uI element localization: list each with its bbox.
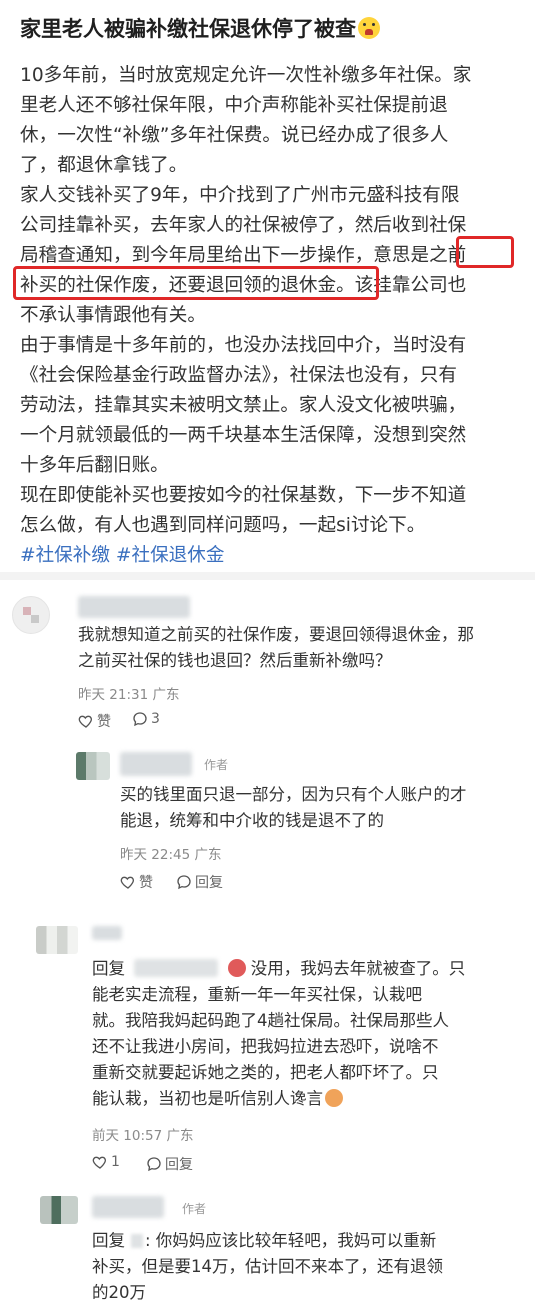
- post-line: 家人交钱补买了9年，中介找到了广州市元盛科技有限: [20, 185, 460, 206]
- comment-line: 买的钱里面只退一部分，因为只有个人账户的才: [120, 785, 467, 804]
- heart-icon: [78, 715, 92, 728]
- comment-line: 之前买社保的钱也退回？然后重新补缴吗？: [78, 651, 392, 670]
- comment-line: 还不让我进小房间，把我妈拉进去恐吓，说啥不: [92, 1037, 439, 1056]
- post-line: 《社会保险基金行政监督办法》，社保法也没有，只有: [20, 365, 457, 386]
- comment-line: 补买，但是要14万，估计回不来本了，还有退领: [92, 1257, 443, 1276]
- like-label: 赞: [97, 714, 111, 730]
- comment-bubble-icon: [177, 875, 191, 890]
- comment-line: 回复: 你妈妈应该比较年轻吧，我妈可以重新: [92, 1231, 437, 1250]
- post-line: 一个月就领最低的一两千块基本生活保障，没想到突然: [20, 425, 467, 446]
- comment-line: 我就想知道之前买的社保作废，要退回领得退休金，那: [78, 625, 474, 644]
- comment-line: 能退，统筹和中介收的钱是退不了的: [120, 811, 384, 830]
- heart-icon: [92, 1156, 106, 1169]
- post-line: 劳动法，挂靠其实未被明文禁止。家人没文化被哄骗，: [20, 395, 467, 416]
- reply-label: 回复: [195, 875, 223, 891]
- highlight-box: [456, 236, 514, 268]
- like-button[interactable]: 1: [92, 1154, 120, 1170]
- post-line: 休，一次性“补缴”多年社保费。说已经办成了很多人: [20, 125, 449, 146]
- comment-line: 的20万: [92, 1283, 146, 1302]
- highlight-box: [13, 266, 379, 300]
- avatar[interactable]: [12, 596, 50, 634]
- post-title: 家里老人被骗补缴社保退休停了被查: [20, 14, 520, 44]
- reply-button[interactable]: 回复: [176, 872, 223, 892]
- like-label: 赞: [139, 875, 153, 891]
- reply-button[interactable]: 回复: [146, 1154, 193, 1174]
- comment-line: 重新交就要起诉她之类的，把老人都吓坏了。只: [92, 1063, 439, 1082]
- post-line: 怎么做，有人也遇到同样问题吗，一起si讨论下。: [20, 515, 426, 536]
- avatar[interactable]: [76, 752, 110, 780]
- comment-meta: 前天 10:57 广东: [92, 1128, 194, 1144]
- post-line: 公司挂靠补买，去年家人的社保被停了，然后收到社保: [20, 215, 467, 236]
- avatar[interactable]: [40, 1196, 78, 1224]
- dizzy-face-emoji-icon: [325, 1089, 343, 1107]
- username-blurred[interactable]: [78, 596, 190, 618]
- heart-icon: [120, 876, 134, 889]
- post-line: 不承认事情跟他有关。: [20, 305, 206, 326]
- angry-face-emoji-icon: [227, 959, 246, 977]
- crying-face-emoji-icon: [358, 17, 380, 39]
- username-blurred[interactable]: [120, 752, 192, 776]
- post-line: 10多年前，当时放宽规定允许一次性补缴多年社保。家: [20, 65, 472, 86]
- comment-meta: 昨天 22:45 广东: [120, 847, 222, 863]
- post-line: 十多年后翻旧账。: [20, 455, 169, 476]
- author-badge: 作者: [182, 1202, 207, 1216]
- like-button[interactable]: 赞: [78, 711, 111, 731]
- mentioned-user-blurred[interactable]: [131, 1234, 143, 1248]
- reply-button[interactable]: 3: [132, 711, 160, 727]
- username-blurred[interactable]: [92, 1196, 164, 1218]
- hashtag-link[interactable]: #社保补缴: [20, 545, 110, 566]
- reply-label: 回复: [165, 1157, 193, 1173]
- reply-count: 3: [151, 711, 160, 727]
- comment-line: 能认栽，当初也是听信别人谗言: [92, 1086, 343, 1112]
- comment-line: 回复 没用，我妈去年就被查了。只: [92, 959, 466, 978]
- author-badge: 作者: [204, 758, 229, 772]
- like-count: 1: [111, 1154, 120, 1170]
- comment-line: 就。我陪我妈起码跑了4趟社保局。社保局那些人: [92, 1011, 449, 1030]
- post-line: 现在即使能补买也要按如今的社保基数，下一步不知道: [20, 485, 467, 506]
- comment-bubble-icon: [133, 712, 147, 727]
- comment-bubble-icon: [147, 1157, 161, 1172]
- mentioned-user-blurred[interactable]: [134, 959, 219, 977]
- comment-meta: 昨天 21:31 广东: [78, 687, 180, 703]
- like-button[interactable]: 赞: [120, 872, 153, 892]
- post-tags: #社保补缴 #社保退休金: [20, 541, 520, 571]
- section-divider: [0, 572, 535, 580]
- hashtag-link[interactable]: #社保退休金: [116, 545, 225, 566]
- post-line: 由于事情是十多年前的，也没办法找回中介，当时没有: [20, 335, 467, 356]
- comment-line: 能老实走流程，重新一年一年买社保，认栽吧: [92, 985, 422, 1004]
- username-blurred[interactable]: [92, 926, 122, 940]
- post-line: 里老人还不够社保年限，中介声称能补买社保提前退: [20, 95, 448, 116]
- post-line: 了，都退休拿钱了。: [20, 155, 188, 176]
- avatar[interactable]: [36, 926, 78, 954]
